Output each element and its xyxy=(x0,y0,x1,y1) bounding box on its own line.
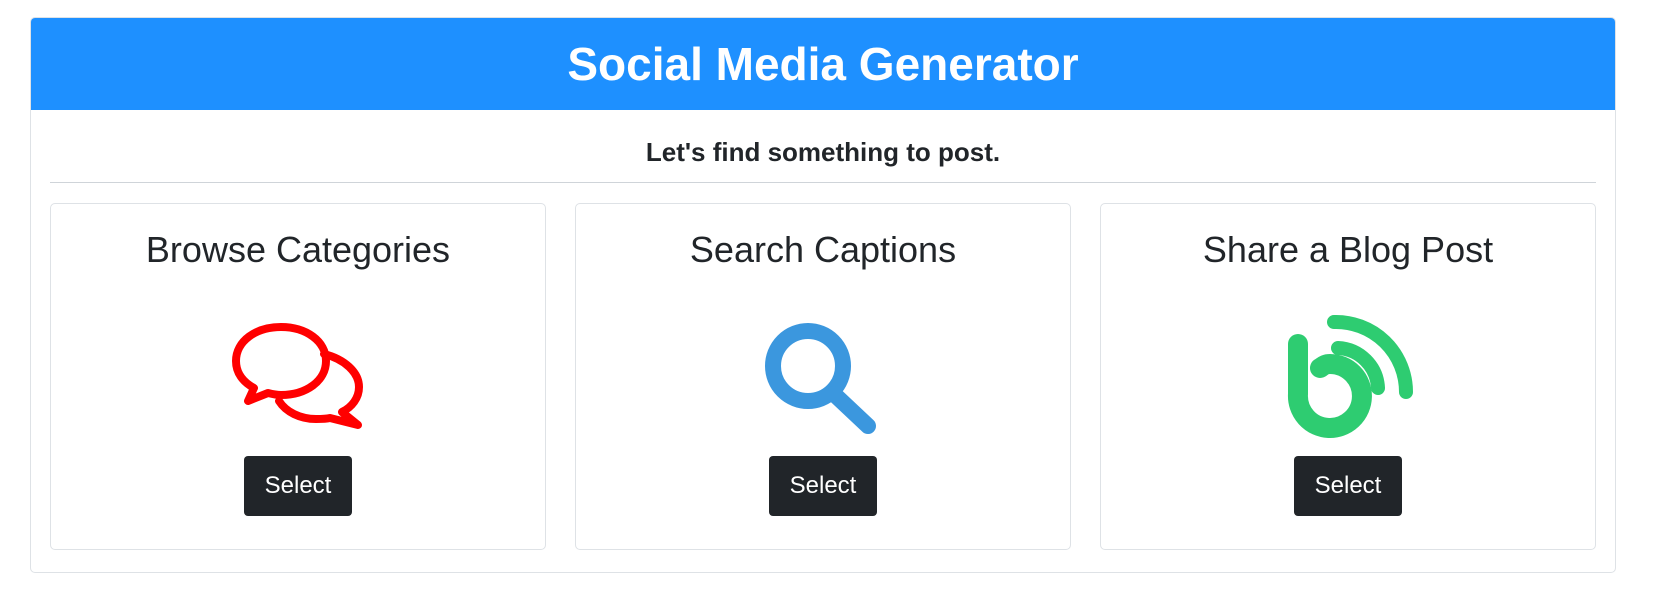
card-grid: Browse Categories Select Search Captions xyxy=(50,203,1596,550)
blog-feed-icon xyxy=(1278,314,1418,438)
page-title: Social Media Generator xyxy=(567,38,1079,90)
page-subtitle: Let's find something to post. xyxy=(645,137,1001,167)
page-header: Social Media Generator xyxy=(31,18,1615,110)
card-title: Search Captions xyxy=(689,229,957,270)
divider xyxy=(50,182,1596,183)
card-search-captions: Search Captions Select xyxy=(575,203,1071,550)
select-button[interactable]: Select xyxy=(769,456,877,516)
card-share-blog-post: Share a Blog Post Select xyxy=(1100,203,1596,550)
select-button[interactable]: Select xyxy=(244,456,352,516)
card-browse-categories: Browse Categories Select xyxy=(50,203,546,550)
chat-bubbles-icon xyxy=(228,316,368,436)
card-title: Browse Categories xyxy=(145,229,451,270)
main-panel: Social Media Generator Let's find someth… xyxy=(30,17,1616,573)
select-button[interactable]: Select xyxy=(1294,456,1402,516)
search-icon xyxy=(753,316,893,436)
card-title: Share a Blog Post xyxy=(1202,229,1494,270)
